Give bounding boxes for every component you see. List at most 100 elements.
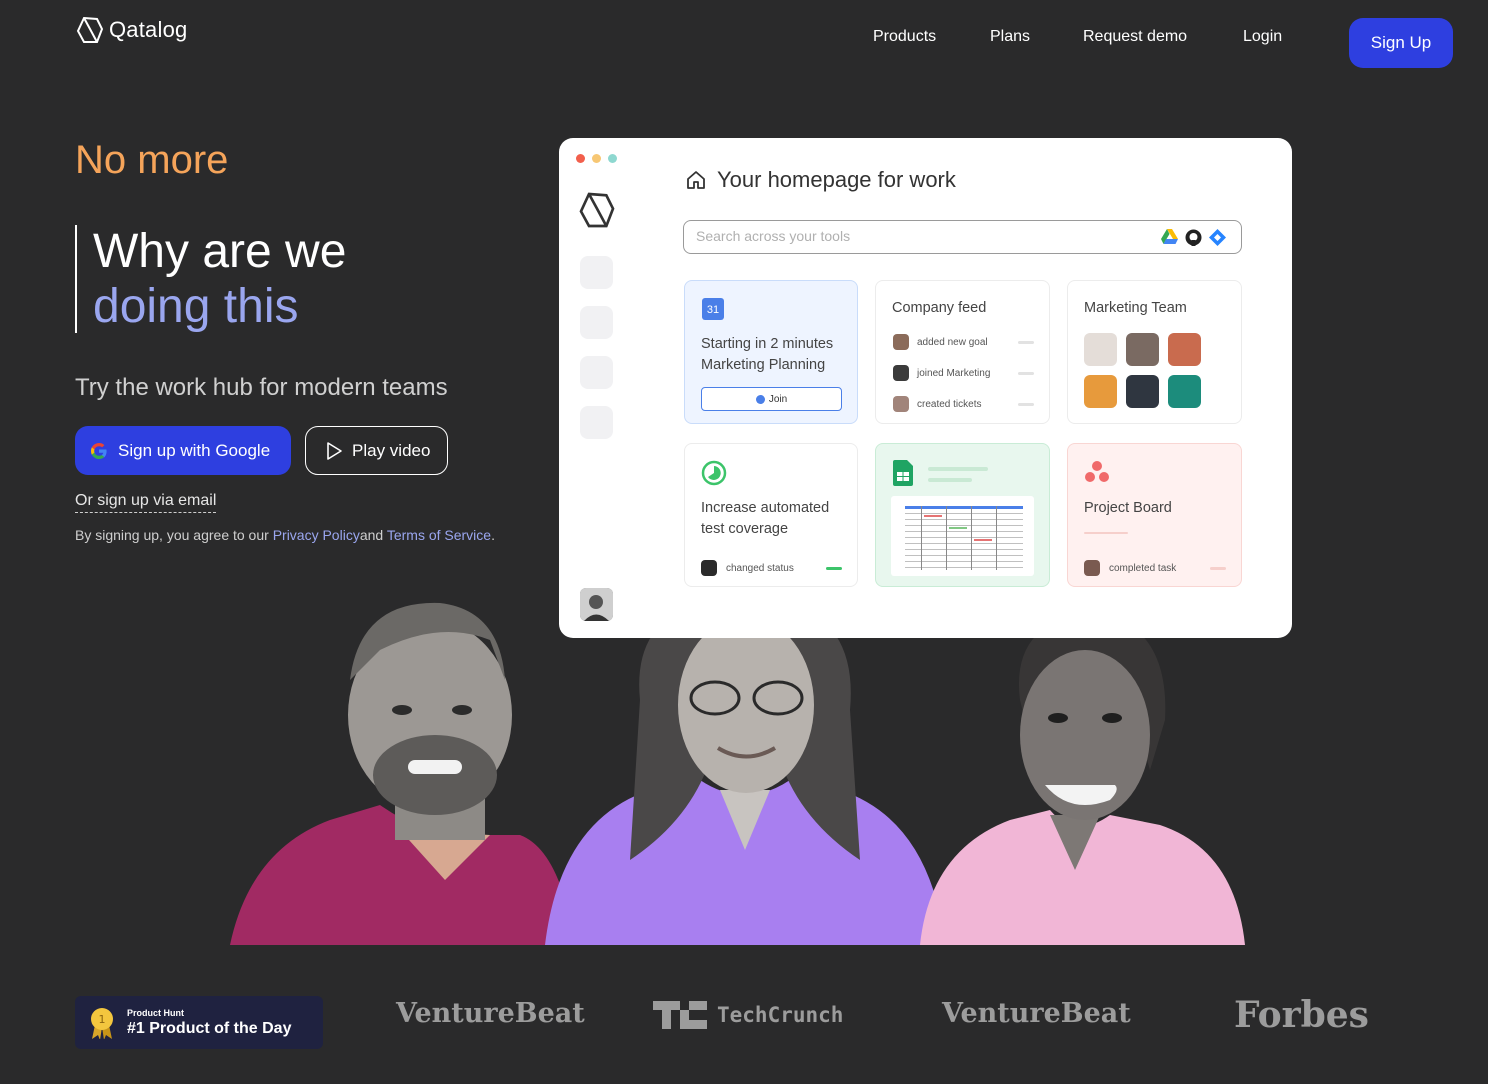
sidebar-item[interactable] [580,356,613,389]
privacy-policy-link[interactable]: Privacy Policy [273,527,360,543]
legal-prefix: By signing up, you agree to our [75,527,273,543]
google-drive-icon [1161,229,1178,244]
window-zoom-dot [608,154,617,163]
placeholder-line [928,478,972,482]
sidebar-item[interactable] [580,306,613,339]
team-member-avatar [1168,375,1201,408]
legal-and: and [359,527,387,543]
project-board-card[interactable]: Project Board completed task [1067,443,1242,587]
person-left-illustration [230,602,575,945]
logo[interactable]: Qatalog [75,15,187,45]
product-hunt-text: Product Hunt #1 Product of the Day [127,1008,291,1038]
calendar-icon: 31 [702,298,724,320]
product-hunt-badge[interactable]: 1 Product Hunt #1 Product of the Day [75,996,323,1049]
venturebeat-logo: VentureBeat [396,998,585,1029]
meeting-card[interactable]: 31 Starting in 2 minutes Marketing Plann… [684,280,858,424]
email-signup-link[interactable]: Or sign up via email [75,492,217,513]
window-minimize-dot [592,154,601,163]
sidebar-item[interactable] [580,406,613,439]
spreadsheet-card[interactable] [875,443,1050,587]
user-avatar-icon [580,588,613,621]
techcrunch-text: TechCrunch [717,1003,844,1027]
spreadsheet-preview [891,496,1034,576]
window-close-dot [576,154,585,163]
nav-products[interactable]: Products [873,28,936,46]
google-sheets-icon [893,460,913,486]
app-logo-icon [579,192,615,228]
terms-link[interactable]: Terms of Service [387,527,491,543]
feed-dash [1018,341,1034,344]
team-member-avatar [1126,375,1159,408]
legal-text: By signing up, you agree to our Privacy … [75,527,495,543]
board-avatar [1084,560,1100,576]
placeholder-line [1084,532,1128,534]
team-member-avatar [1084,333,1117,366]
video-call-icon [755,394,765,404]
meeting-name: Marketing Planning [701,357,826,373]
search-integrations [1161,229,1282,246]
team-member-avatar [1168,333,1201,366]
qatalog-logo-icon [76,16,104,43]
app-title-text: Your homepage for work [717,167,956,192]
join-button[interactable]: Join [701,387,842,411]
google-icon [91,442,107,459]
nav-plans[interactable]: Plans [990,28,1030,46]
venturebeat-logo: VentureBeat [942,998,1131,1029]
feed-item: joined Marketing [917,368,991,379]
feed-avatar [893,396,909,412]
board-title: Project Board [1084,500,1172,516]
feed-item: added new goal [917,337,988,348]
goal-line-1: Increase automated [701,500,830,516]
headline-line-1: Why are we [93,225,347,278]
product-hunt-label: Product Hunt [127,1007,184,1018]
legal-suffix: . [491,527,495,543]
person-middle-illustration [545,595,945,945]
hero-eyebrow: No more [75,138,229,182]
sidebar-item[interactable] [580,256,613,289]
play-video-button[interactable]: Play video [305,426,448,475]
feed-avatar [893,334,909,350]
techcrunch-icon [653,1001,707,1029]
meeting-time: Starting in 2 minutes [701,336,834,352]
join-label: Join [768,393,788,405]
feed-dash [1018,372,1034,375]
marketing-team-card[interactable]: Marketing Team [1067,280,1242,424]
company-feed-card[interactable]: Company feed added new goal joined Marke… [875,280,1050,424]
forbes-logo: Forbes [1234,994,1369,1036]
nav-login[interactable]: Login [1243,28,1282,46]
hero-tagline: Try the work hub for modern teams [75,374,448,401]
app-preview-window: Your homepage for work Search across you… [559,138,1292,638]
team-title: Marketing Team [1084,300,1187,316]
user-avatar[interactable] [580,588,613,621]
logo-text: Qatalog [109,17,188,42]
headline-line-2: doing this [93,280,299,333]
headline-bar [75,225,77,333]
medal-icon: 1 [91,1007,113,1039]
feed-dash [1018,403,1034,406]
google-signup-button[interactable]: Sign up with Google [75,426,291,475]
jira-icon [1209,229,1226,246]
search-input[interactable]: Search across your tools [683,220,1242,254]
goal-line-2: test coverage [701,521,789,537]
medal-rank: 1 [99,1013,106,1026]
board-status-bar [1210,567,1226,570]
goal-card[interactable]: Increase automated test coverage changed… [684,443,858,587]
board-status: completed task [1109,563,1177,574]
person-right-illustration [920,612,1245,945]
nav-request-demo[interactable]: Request demo [1083,28,1187,46]
progress-circle-icon [701,460,727,486]
sign-up-button[interactable]: Sign Up [1349,18,1453,68]
play-video-label: Play video [352,440,431,460]
product-hunt-award: #1 Product of the Day [127,1019,292,1037]
github-icon [1185,229,1202,246]
asana-icon [1085,461,1109,482]
play-icon [327,441,342,460]
home-icon [687,171,705,189]
team-member-avatar [1084,375,1117,408]
placeholder-line [928,467,988,471]
google-signup-label: Sign up with Google [118,440,271,460]
feed-item: created tickets [917,399,982,410]
feed-avatar [893,365,909,381]
goal-status: changed status [726,563,794,574]
goal-avatar [701,560,717,576]
